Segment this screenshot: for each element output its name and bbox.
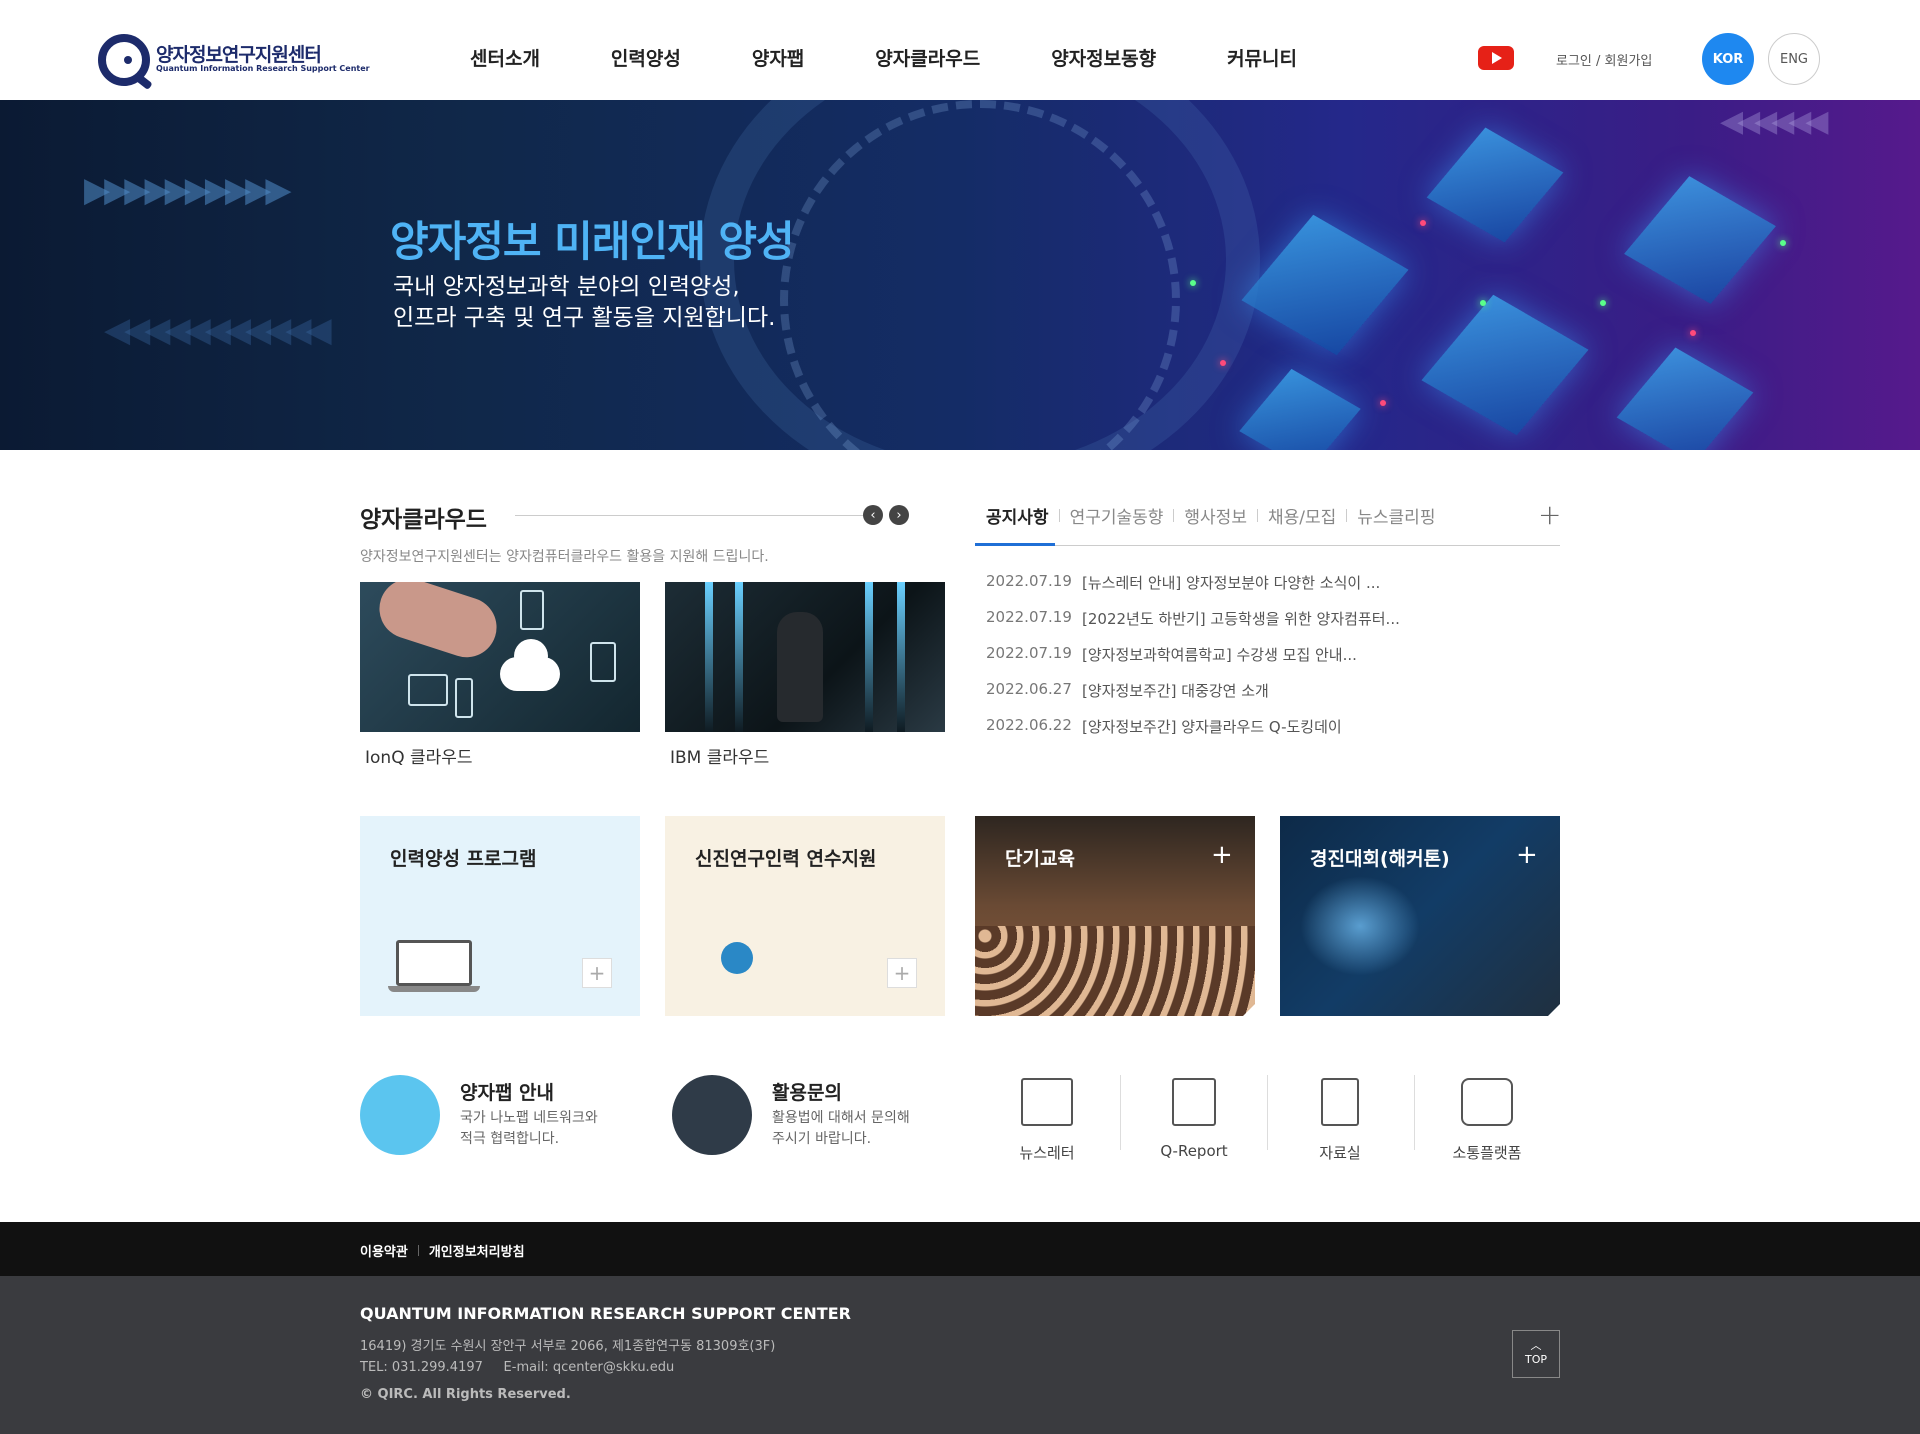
- divider: [515, 515, 865, 516]
- tab-news-clipping[interactable]: 뉴스클리핑: [1357, 503, 1435, 528]
- footer-copyright: © QIRC. All Rights Reserved.: [360, 1387, 571, 1402]
- login-signup-link[interactable]: 로그인 / 회원가입: [1556, 50, 1652, 69]
- hero-cube: [1616, 347, 1754, 450]
- logo-korean-text: 양자정보연구지원센터: [156, 44, 322, 66]
- tab-research-trends[interactable]: 연구기술동향: [1070, 503, 1164, 528]
- cloud-section-desc: 양자정보연구지원센터는 양자컴퓨터클라우드 활용을 지원해 드립니다.: [360, 549, 769, 565]
- cloud-section-title: 양자클라우드: [360, 507, 487, 533]
- list-item[interactable]: 2022.07.19 [뉴스레터 안내] 양자정보분야 다양한 소식이 ...: [986, 572, 1400, 608]
- ionq-cloud-thumbnail[interactable]: [360, 582, 640, 732]
- site-logo[interactable]: 양자정보연구지원센터 Quantum Information Research …: [98, 34, 370, 86]
- lang-eng-button[interactable]: ENG: [1768, 33, 1820, 85]
- decor-arrows: ◀◀◀◀◀◀◀◀◀◀◀: [104, 310, 332, 350]
- carousel-prev-button[interactable]: ‹: [863, 505, 883, 525]
- divider: [1120, 1075, 1121, 1150]
- atom-icon[interactable]: [360, 1075, 440, 1155]
- privacy-link[interactable]: 개인정보처리방침: [429, 1245, 525, 1260]
- hero-banner: ▶▶▶▶▶▶▶▶▶▶ ◀◀◀◀◀◀◀◀◀◀◀ ◀◀◀◀◀◀ 양자정보 미래인재 …: [0, 100, 1920, 450]
- short-course-card[interactable]: 단기교육 +: [975, 816, 1255, 1016]
- training-program-card[interactable]: 인력양성 프로그램 +: [360, 816, 640, 1016]
- chevron-up-icon: ︿: [1530, 1339, 1542, 1352]
- footer-org-name: QUANTUM INFORMATION RESEARCH SUPPORT CEN…: [360, 1304, 851, 1323]
- ionq-cloud-caption[interactable]: IonQ 클라우드: [365, 743, 473, 768]
- tower-icon: [455, 678, 473, 718]
- site-header: 양자정보연구지원센터 Quantum Information Research …: [0, 0, 1920, 100]
- youtube-icon[interactable]: [1478, 46, 1514, 70]
- quick-link-q-report[interactable]: Q-Report: [1124, 1070, 1264, 1170]
- quick-link-newsletter[interactable]: 뉴스레터: [977, 1070, 1117, 1170]
- nav-item-cloud[interactable]: 양자클라우드: [875, 44, 980, 71]
- list-item[interactable]: 2022.07.19 [양자정보과학여름학교] 수강생 모집 안내...: [986, 644, 1400, 680]
- hero-cube: [1624, 176, 1776, 304]
- phone-icon: [520, 590, 544, 630]
- card-title: 신진연구인력 연수지원: [695, 848, 877, 870]
- divider: [1267, 1075, 1268, 1150]
- logo-q-icon: [98, 34, 150, 86]
- nav-item-training[interactable]: 인력양성: [611, 44, 681, 71]
- hero-cube: [1239, 368, 1361, 450]
- document-icon[interactable]: [672, 1075, 752, 1155]
- footer-links: 이용약관 개인정보처리방침: [360, 1241, 525, 1260]
- footer-address: 16419) 경기도 수원시 장안구 서부로 2066, 제1종합연구동 813…: [360, 1339, 776, 1375]
- main-nav: 센터소개 인력양성 양자팹 양자클라우드 양자정보동향 커뮤니티: [470, 44, 1297, 71]
- nav-item-community[interactable]: 커뮤니티: [1227, 44, 1297, 71]
- lang-kor-button[interactable]: KOR: [1702, 33, 1754, 85]
- nav-item-trends[interactable]: 양자정보동향: [1051, 44, 1156, 71]
- inquiry-title[interactable]: 활용문의: [772, 1078, 842, 1105]
- board-tabs: 공지사항 연구기술동향 행사정보 채용/모집 뉴스클리핑: [986, 503, 1435, 528]
- quick-link-archive[interactable]: 자료실: [1270, 1070, 1410, 1170]
- footer-links-bar: [0, 1222, 1920, 1276]
- decor-arrows: ◀◀◀◀◀◀: [1720, 104, 1828, 139]
- hackathon-card[interactable]: 경진대회(해커톤) +: [1280, 816, 1560, 1016]
- globe-icon: [721, 942, 753, 974]
- logo-english-text: Quantum Information Research Support Cen…: [156, 64, 370, 73]
- hero-cube: [1426, 127, 1564, 243]
- ibm-cloud-caption[interactable]: IBM 클라우드: [670, 743, 769, 768]
- quick-link-platform[interactable]: 소통플랫폼: [1417, 1070, 1557, 1170]
- tab-events[interactable]: 행사정보: [1184, 503, 1247, 528]
- ibm-cloud-thumbnail[interactable]: [665, 582, 945, 732]
- hero-subtitle: 국내 양자정보과학 분야의 인력양성, 인프라 구축 및 연구 활동을 지원합니…: [393, 274, 776, 331]
- card-title: 단기교육: [1005, 848, 1075, 870]
- server-icon: [590, 642, 616, 682]
- fab-guide-desc: 국가 나노팹 네트워크와 적극 협력합니다.: [460, 1110, 598, 1147]
- tab-recruit[interactable]: 채용/모집: [1268, 503, 1336, 528]
- footer: [0, 1276, 1920, 1434]
- terms-link[interactable]: 이용약관: [360, 1245, 408, 1260]
- fab-guide-title[interactable]: 양자팹 안내: [460, 1078, 554, 1105]
- researcher-support-card[interactable]: 신진연구인력 연수지원 +: [665, 816, 945, 1016]
- divider: [975, 545, 1560, 546]
- archive-search-icon: [1321, 1078, 1359, 1126]
- active-tab-indicator: [975, 543, 1055, 546]
- newsletter-icon: [1021, 1078, 1073, 1126]
- scroll-top-button[interactable]: ︿ TOP: [1512, 1330, 1560, 1378]
- carousel-next-button[interactable]: ›: [889, 505, 909, 525]
- list-item[interactable]: 2022.06.22 [양자정보주간] 양자클라우드 Q-도킹데이: [986, 716, 1400, 752]
- nav-item-about[interactable]: 센터소개: [470, 44, 540, 71]
- tab-notice[interactable]: 공지사항: [986, 503, 1049, 528]
- inquiry-desc: 활용법에 대해서 문의해 주시기 바랍니다.: [772, 1110, 910, 1147]
- hero-title: 양자정보 미래인재 양성: [390, 217, 795, 266]
- plus-icon[interactable]: +: [1211, 840, 1233, 870]
- card-title: 경진대회(해커톤): [1310, 848, 1450, 870]
- card-title: 인력양성 프로그램: [390, 848, 537, 870]
- chat-bubble-icon: [1461, 1078, 1513, 1126]
- decor-arrows: ▶▶▶▶▶▶▶▶▶▶: [84, 170, 291, 210]
- list-item[interactable]: 2022.07.19 [2022년도 하반기] 고등학생을 위한 양자컴퓨터...: [986, 608, 1400, 644]
- laptop-icon: [396, 940, 472, 986]
- person-figure: [777, 612, 823, 722]
- board-more-button[interactable]: +: [1538, 498, 1561, 531]
- divider: [1414, 1075, 1415, 1150]
- plus-icon[interactable]: +: [887, 958, 917, 988]
- monitor-icon: [408, 674, 448, 706]
- hero-cube: [1421, 294, 1589, 436]
- list-item[interactable]: 2022.06.27 [양자정보주간] 대중강연 소개: [986, 680, 1400, 716]
- notice-list: 2022.07.19 [뉴스레터 안내] 양자정보분야 다양한 소식이 ... 2…: [986, 572, 1400, 752]
- plus-icon[interactable]: +: [1516, 840, 1538, 870]
- report-icon: [1172, 1078, 1216, 1126]
- hero-cube: [1241, 214, 1409, 356]
- plus-icon[interactable]: +: [582, 958, 612, 988]
- cloud-icon: [500, 639, 560, 691]
- nav-item-fab[interactable]: 양자팹: [752, 44, 804, 71]
